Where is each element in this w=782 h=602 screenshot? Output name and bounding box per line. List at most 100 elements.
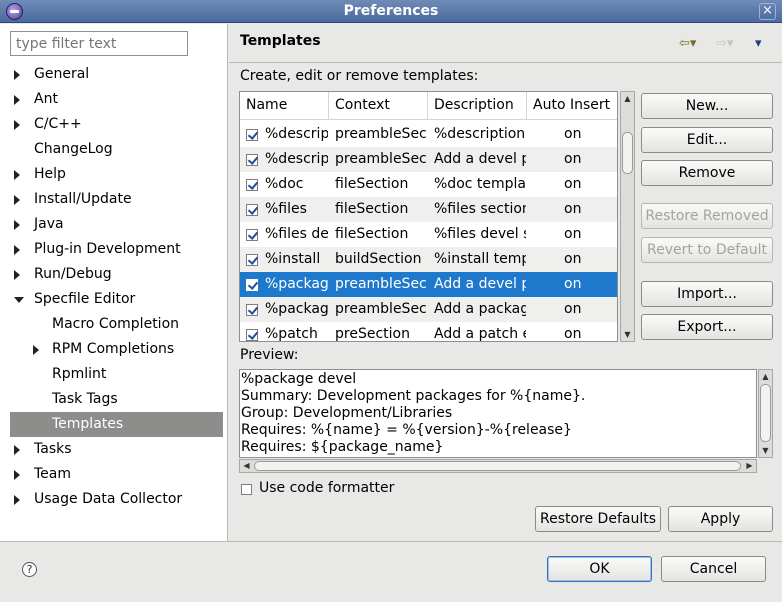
sidebar-item[interactable]: Team [0, 462, 228, 487]
table-row[interactable]: %descripti preambleSection Add a devel pac… [240, 147, 617, 172]
table-row[interactable]: %package preambleSection Add a devel packa… [240, 272, 617, 297]
scroll-right-icon[interactable]: ▶ [743, 460, 756, 472]
sidebar-item[interactable]: Specfile Editor [0, 287, 228, 312]
enabled-checkbox[interactable] [246, 129, 258, 141]
table-row[interactable]: %descripti preambleSection %description on [240, 122, 617, 147]
collapsed-arrow-icon[interactable] [33, 345, 39, 355]
enabled-checkbox[interactable] [246, 229, 258, 241]
sidebar-item-label: Tasks [34, 441, 72, 457]
close-icon[interactable]: × [759, 3, 776, 20]
sidebar-item-label: Install/Update [34, 191, 132, 207]
collapsed-arrow-icon[interactable] [14, 220, 20, 230]
column-header-auto-insert[interactable]: Auto Insert [527, 92, 617, 119]
cell-context: preambleSection [335, 276, 427, 292]
table-row[interactable]: %doc fileSection %doc template on [240, 172, 617, 197]
table-row[interactable]: %package preambleSection Add a package on [240, 297, 617, 322]
table-header-divider [240, 119, 617, 120]
scroll-down-icon[interactable]: ▼ [621, 328, 634, 341]
cell-context: buildSection [335, 251, 422, 267]
enabled-checkbox[interactable] [246, 279, 258, 291]
scroll-up-icon[interactable]: ▲ [759, 370, 772, 383]
sidebar-item[interactable]: General [0, 62, 228, 87]
cell-name: %files [265, 201, 307, 217]
scroll-thumb[interactable] [622, 132, 633, 174]
cell-auto: on [564, 226, 582, 242]
collapsed-arrow-icon[interactable] [14, 470, 20, 480]
revert-to-default-button[interactable]: Revert to Default [641, 237, 773, 263]
view-menu-icon[interactable]: ▾ [755, 36, 762, 51]
enabled-checkbox[interactable] [246, 154, 258, 166]
expanded-arrow-icon[interactable] [14, 297, 24, 303]
enabled-checkbox[interactable] [246, 204, 258, 216]
sidebar-item[interactable]: Templates [10, 412, 223, 437]
sidebar-item[interactable]: Java [0, 212, 228, 237]
sidebar-item[interactable]: Run/Debug [0, 262, 228, 287]
sidebar-item-label: Ant [34, 91, 58, 107]
column-header-name[interactable]: Name [240, 92, 329, 119]
sidebar-item[interactable]: Plug-in Development [0, 237, 228, 262]
sidebar-item[interactable]: Macro Completion [0, 312, 228, 337]
remove-button[interactable]: Remove [641, 160, 773, 186]
collapsed-arrow-icon[interactable] [14, 495, 20, 505]
sidebar-item[interactable]: C/C++ [0, 112, 228, 137]
sidebar-item[interactable]: Install/Update [0, 187, 228, 212]
checkbox-box[interactable] [241, 484, 252, 495]
sidebar-item-label: Specfile Editor [34, 291, 136, 307]
table-row[interactable]: %install buildSection %install template on [240, 247, 617, 272]
back-icon[interactable]: ⇦▾ [679, 36, 696, 51]
scroll-up-icon[interactable]: ▲ [621, 92, 634, 105]
collapsed-arrow-icon[interactable] [14, 245, 20, 255]
table-row[interactable]: %patch preSection Add a patch entry on [240, 322, 617, 341]
column-header-description[interactable]: Description [428, 92, 527, 119]
sidebar-item[interactable]: Rpmlint [0, 362, 228, 387]
sidebar-item[interactable]: ChangeLog [0, 137, 228, 162]
ok-button[interactable]: OK [547, 556, 652, 582]
scroll-left-icon[interactable]: ◀ [240, 460, 253, 472]
table-row[interactable]: %files dev fileSection %files devel sectio… [240, 222, 617, 247]
cancel-button[interactable]: Cancel [661, 556, 766, 582]
apply-button[interactable]: Apply [668, 506, 773, 532]
scroll-down-icon[interactable]: ▼ [759, 444, 772, 457]
column-header-context[interactable]: Context [329, 92, 428, 119]
sidebar-item[interactable]: Tasks [0, 437, 228, 462]
collapsed-arrow-icon[interactable] [14, 95, 20, 105]
scroll-thumb[interactable] [760, 384, 771, 442]
restore-removed-button[interactable]: Restore Removed [641, 203, 773, 229]
enabled-checkbox[interactable] [246, 254, 258, 266]
filter-input[interactable] [10, 31, 188, 56]
preview-horizontal-scrollbar[interactable]: ◀ ▶ [239, 459, 757, 473]
enabled-checkbox[interactable] [246, 179, 258, 191]
cell-auto: on [564, 251, 582, 267]
sidebar-item[interactable]: Ant [0, 87, 228, 112]
sidebar-item[interactable]: RPM Completions [0, 337, 228, 362]
collapsed-arrow-icon[interactable] [14, 120, 20, 130]
enabled-checkbox[interactable] [246, 304, 258, 316]
sidebar-item-label: C/C++ [34, 116, 82, 132]
window-title: Preferences [343, 3, 439, 19]
enabled-checkbox[interactable] [246, 329, 258, 341]
restore-defaults-button[interactable]: Restore Defaults [535, 506, 661, 532]
collapsed-arrow-icon[interactable] [14, 270, 20, 280]
sidebar-item[interactable]: Task Tags [0, 387, 228, 412]
table-row[interactable]: %files fileSection %files section on [240, 197, 617, 222]
sidebar-item-label: Plug-in Development [34, 241, 181, 257]
preview-vertical-scrollbar[interactable]: ▲ ▼ [758, 369, 773, 458]
forward-icon[interactable]: ⇨▾ [716, 36, 733, 51]
cell-name: %package [265, 276, 328, 292]
new-button[interactable]: New... [641, 93, 773, 119]
sidebar-item[interactable]: Help [0, 162, 228, 187]
collapsed-arrow-icon[interactable] [14, 170, 20, 180]
table-scrollbar[interactable]: ▲ ▼ [620, 91, 635, 342]
collapsed-arrow-icon[interactable] [14, 70, 20, 80]
collapsed-arrow-icon[interactable] [14, 445, 20, 455]
preview-text[interactable]: %package devel Summary: Development pack… [239, 369, 757, 458]
export-button[interactable]: Export... [641, 314, 773, 340]
help-icon[interactable]: ? [22, 562, 37, 577]
sidebar-item-label: Usage Data Collector [34, 491, 183, 507]
scroll-thumb[interactable] [254, 461, 741, 471]
edit-button[interactable]: Edit... [641, 127, 773, 153]
cell-auto: on [564, 126, 582, 142]
collapsed-arrow-icon[interactable] [14, 195, 20, 205]
import-button[interactable]: Import... [641, 281, 773, 307]
sidebar-item[interactable]: Usage Data Collector [0, 487, 228, 512]
